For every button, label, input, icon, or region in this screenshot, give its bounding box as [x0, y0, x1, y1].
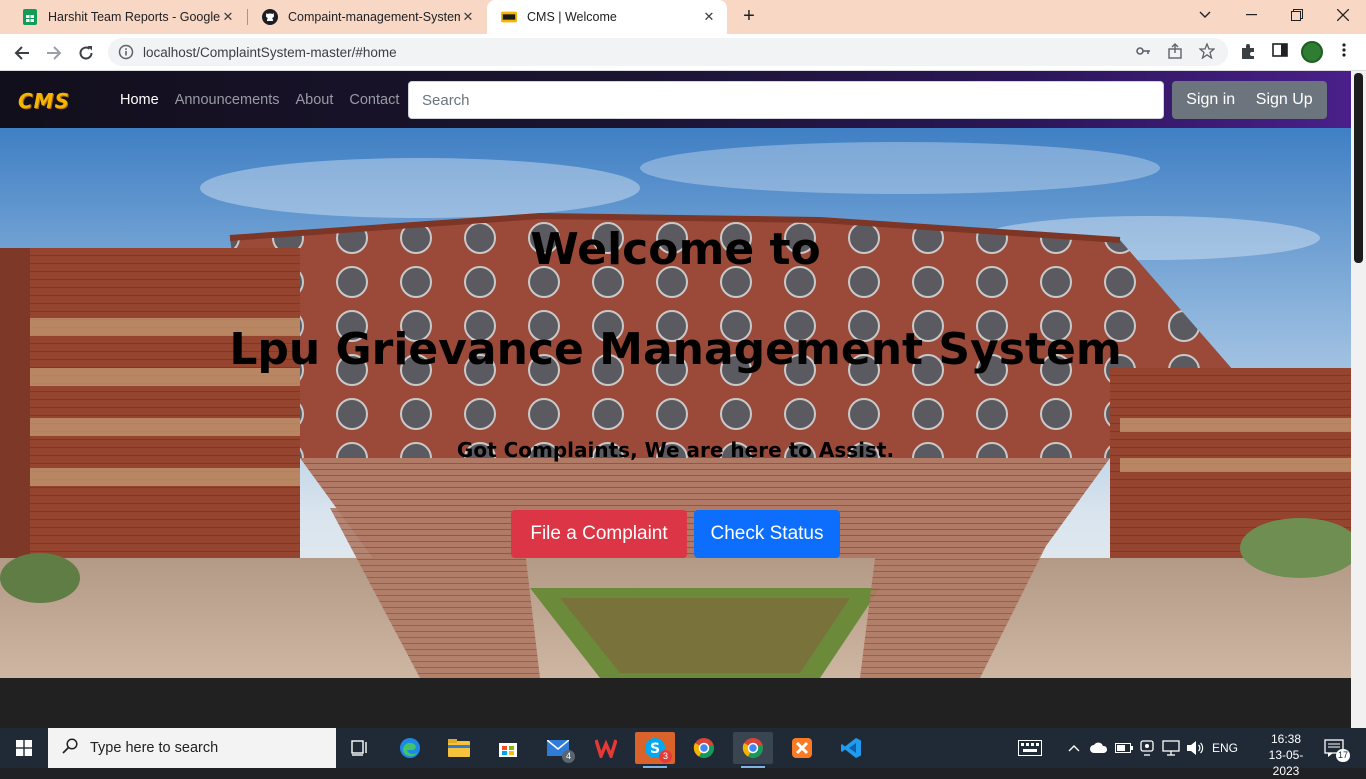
scrollbar-thumb[interactable]: [1354, 73, 1363, 263]
page-scrollbar[interactable]: [1351, 71, 1366, 728]
wps-office-icon[interactable]: [586, 732, 626, 764]
tab-title: Harshit Team Reports - Google Sl: [48, 10, 220, 24]
clock-time: 16:38: [1270, 732, 1302, 746]
restore-button[interactable]: [1274, 0, 1320, 30]
tab-title: CMS | Welcome: [527, 10, 617, 24]
tab-cms-welcome[interactable]: CMS | Welcome ✕: [487, 0, 727, 34]
notification-badge: 17: [1335, 749, 1350, 762]
campus-background-image: [0, 128, 1351, 678]
bookmark-star-icon[interactable]: [1198, 42, 1216, 61]
back-arrow-icon[interactable]: [9, 40, 35, 66]
show-desktop-keyboard-icon[interactable]: [1018, 728, 1042, 768]
tab-github[interactable]: Compaint-management-System- ✕: [248, 0, 486, 34]
windows-start-icon[interactable]: [0, 728, 48, 768]
url-text: localhost/ComplaintSystem-master/#home: [143, 45, 397, 60]
site-search-input[interactable]: [408, 81, 1164, 119]
hero-title-line2: Lpu Grievance Management System: [229, 324, 1122, 375]
chrome-icon[interactable]: [733, 732, 773, 768]
sign-in-button[interactable]: Sign in: [1186, 91, 1235, 109]
onedrive-cloud-icon[interactable]: [1090, 728, 1108, 768]
site-navbar: CMS Home Announcements About Contact Sig…: [0, 71, 1351, 128]
nav-home-link[interactable]: Home: [120, 92, 159, 108]
check-status-button[interactable]: Check Status: [694, 510, 840, 558]
page-viewport: CMS Home Announcements About Contact Sig…: [0, 71, 1351, 728]
new-tab-button[interactable]: +: [738, 6, 760, 28]
chrome-profile-icon[interactable]: [684, 732, 724, 764]
task-view-icon[interactable]: [340, 732, 380, 764]
hero-subtitle: Got Complaints, We are here to Assist.: [456, 438, 895, 462]
hero-title-line1: Welcome to: [530, 224, 821, 275]
webcam-icon[interactable]: [1140, 728, 1154, 768]
network-icon[interactable]: [1162, 728, 1180, 768]
cms-icon: [501, 9, 517, 25]
battery-icon[interactable]: [1115, 728, 1133, 768]
auth-button-group: Sign in Sign Up: [1172, 81, 1327, 119]
tab-search-icon[interactable]: [1182, 0, 1228, 30]
nav-links: Home Announcements About Contact: [120, 92, 399, 108]
file-complaint-button[interactable]: File a Complaint: [511, 510, 687, 558]
close-tab-icon[interactable]: ✕: [460, 9, 476, 25]
taskbar-search-box[interactable]: Type here to search: [48, 728, 336, 768]
hero-section: Welcome to Lpu Grievance Management Syst…: [0, 128, 1351, 678]
reload-icon[interactable]: [73, 40, 99, 66]
xampp-icon[interactable]: [782, 732, 822, 764]
microsoft-store-icon[interactable]: [488, 732, 528, 764]
google-sheets-icon: [22, 9, 38, 25]
taskbar-search-placeholder: Type here to search: [90, 740, 219, 756]
close-tab-icon[interactable]: ✕: [220, 9, 236, 25]
page-footer-strip: [0, 678, 1351, 728]
browser-tab-strip: Harshit Team Reports - Google Sl ✕ Compa…: [0, 0, 1366, 34]
volume-icon[interactable]: [1186, 728, 1204, 768]
forward-arrow-icon[interactable]: [41, 40, 67, 66]
minimize-button[interactable]: [1228, 0, 1274, 30]
nav-contact-link[interactable]: Contact: [349, 92, 399, 108]
skype-badge: 3: [659, 750, 672, 763]
nav-announcements-link[interactable]: Announcements: [175, 92, 280, 108]
tab-title: Compaint-management-System-: [288, 10, 460, 24]
mail-icon[interactable]: 4: [538, 732, 578, 764]
notification-center-icon[interactable]: 17: [1324, 728, 1350, 768]
close-window-button[interactable]: [1320, 0, 1366, 30]
taskbar-clock[interactable]: 16:38 13-05-2023: [1258, 731, 1314, 779]
cms-logo[interactable]: CMS: [18, 89, 70, 113]
input-language-indicator[interactable]: ENG: [1212, 728, 1238, 768]
windows-taskbar: Type here to search 4 S 3 ENG 16:38 13-0…: [0, 728, 1366, 778]
skype-icon[interactable]: S 3: [635, 732, 675, 768]
extensions-puzzle-icon[interactable]: [1238, 42, 1258, 62]
sign-up-button[interactable]: Sign Up: [1256, 91, 1313, 109]
search-icon: [62, 737, 78, 759]
more-menu-icon[interactable]: [1334, 42, 1354, 62]
edge-browser-icon[interactable]: [390, 732, 430, 764]
site-info-icon[interactable]: [118, 44, 134, 60]
close-tab-icon[interactable]: ✕: [701, 9, 717, 25]
address-bar[interactable]: localhost/ComplaintSystem-master/#home: [108, 38, 1228, 66]
vscode-icon[interactable]: [831, 732, 871, 764]
share-icon[interactable]: [1166, 43, 1184, 61]
side-panel-icon[interactable]: [1270, 42, 1290, 62]
key-icon[interactable]: [1134, 43, 1152, 61]
github-icon: [262, 9, 278, 25]
profile-avatar[interactable]: [1301, 41, 1323, 63]
chevron-up-icon[interactable]: [1068, 728, 1080, 768]
mail-badge: 4: [562, 750, 575, 763]
tab-google-sheets[interactable]: Harshit Team Reports - Google Sl ✕: [8, 0, 246, 34]
file-explorer-icon[interactable]: [439, 732, 479, 764]
browser-toolbar: localhost/ComplaintSystem-master/#home: [0, 34, 1366, 71]
nav-about-link[interactable]: About: [295, 92, 333, 108]
clock-date: 13-05-2023: [1268, 748, 1304, 778]
